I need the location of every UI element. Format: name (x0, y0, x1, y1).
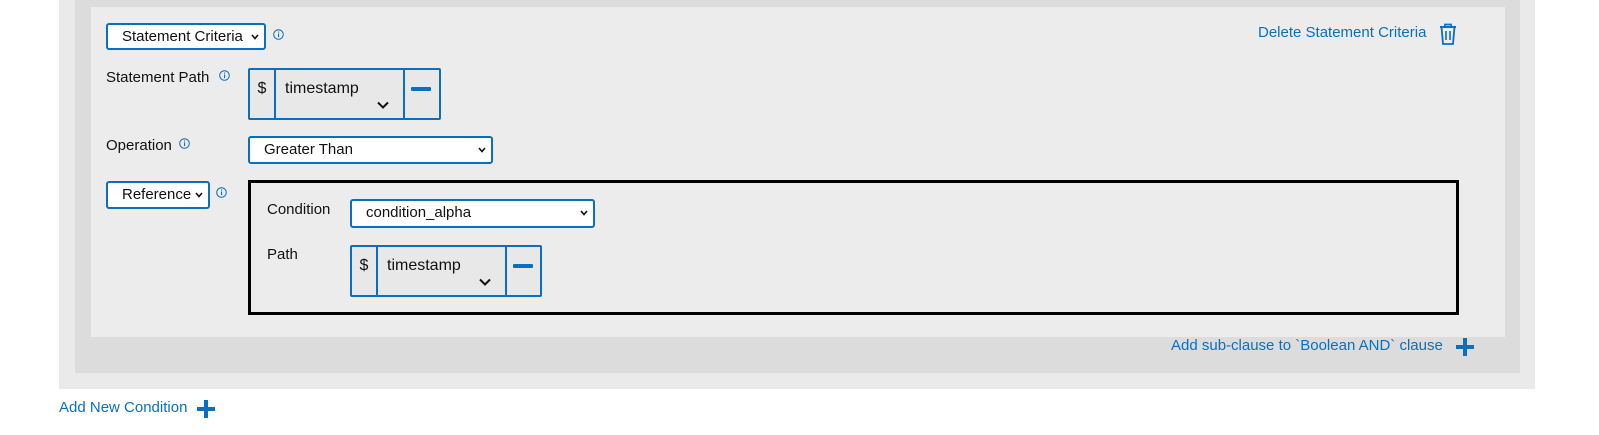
operation-label: Operation (106, 137, 172, 154)
chevron-down-icon (377, 86, 389, 124)
remove-path-segment-button[interactable] (403, 70, 439, 118)
plus-icon[interactable] (196, 399, 216, 419)
remove-path-segment-button[interactable] (505, 247, 540, 295)
info-icon[interactable] (216, 187, 227, 198)
info-icon[interactable] (273, 29, 284, 40)
info-icon[interactable] (219, 70, 230, 81)
condition-select-value: condition_alpha (366, 204, 472, 221)
statement-path-group: $ timestamp (248, 68, 441, 120)
minus-icon (513, 264, 533, 268)
chevron-down-icon (195, 191, 203, 199)
value-type-select[interactable]: Reference (106, 181, 210, 209)
reference-path-label: Path (267, 246, 298, 263)
path-root-symbol: $ (352, 247, 378, 295)
reference-path-select-value: timestamp (387, 257, 461, 274)
value-type-select-value: Reference (122, 186, 192, 203)
chevron-down-icon (580, 209, 588, 217)
add-new-condition-link[interactable]: Add New Condition (59, 399, 187, 416)
criteria-type-select[interactable]: Statement Criteria (106, 23, 266, 50)
condition-select[interactable]: condition_alpha (350, 199, 595, 228)
condition-label: Condition (267, 201, 331, 218)
operation-select-value: Greater Than (264, 141, 353, 158)
minus-icon (411, 87, 431, 91)
statement-path-select-value: timestamp (285, 80, 359, 97)
statement-path-select[interactable]: timestamp (276, 70, 405, 118)
reference-path-group: $ timestamp (350, 245, 542, 297)
reference-path-select[interactable]: timestamp (378, 247, 507, 295)
chevron-down-icon (251, 33, 259, 41)
add-sub-clause-link[interactable]: Add sub-clause to `Boolean AND` clause (1171, 337, 1443, 354)
statement-path-label: Statement Path (106, 69, 210, 86)
delete-statement-criteria-link[interactable]: Delete Statement Criteria (1258, 24, 1426, 41)
chevron-down-icon (479, 263, 491, 301)
path-root-symbol: $ (250, 70, 276, 118)
chevron-down-icon (478, 146, 486, 154)
criteria-type-select-value: Statement Criteria (122, 28, 243, 45)
plus-icon[interactable] (1455, 337, 1475, 357)
operation-select[interactable]: Greater Than (248, 136, 493, 164)
info-icon[interactable] (179, 138, 190, 149)
trash-icon[interactable] (1437, 22, 1459, 46)
